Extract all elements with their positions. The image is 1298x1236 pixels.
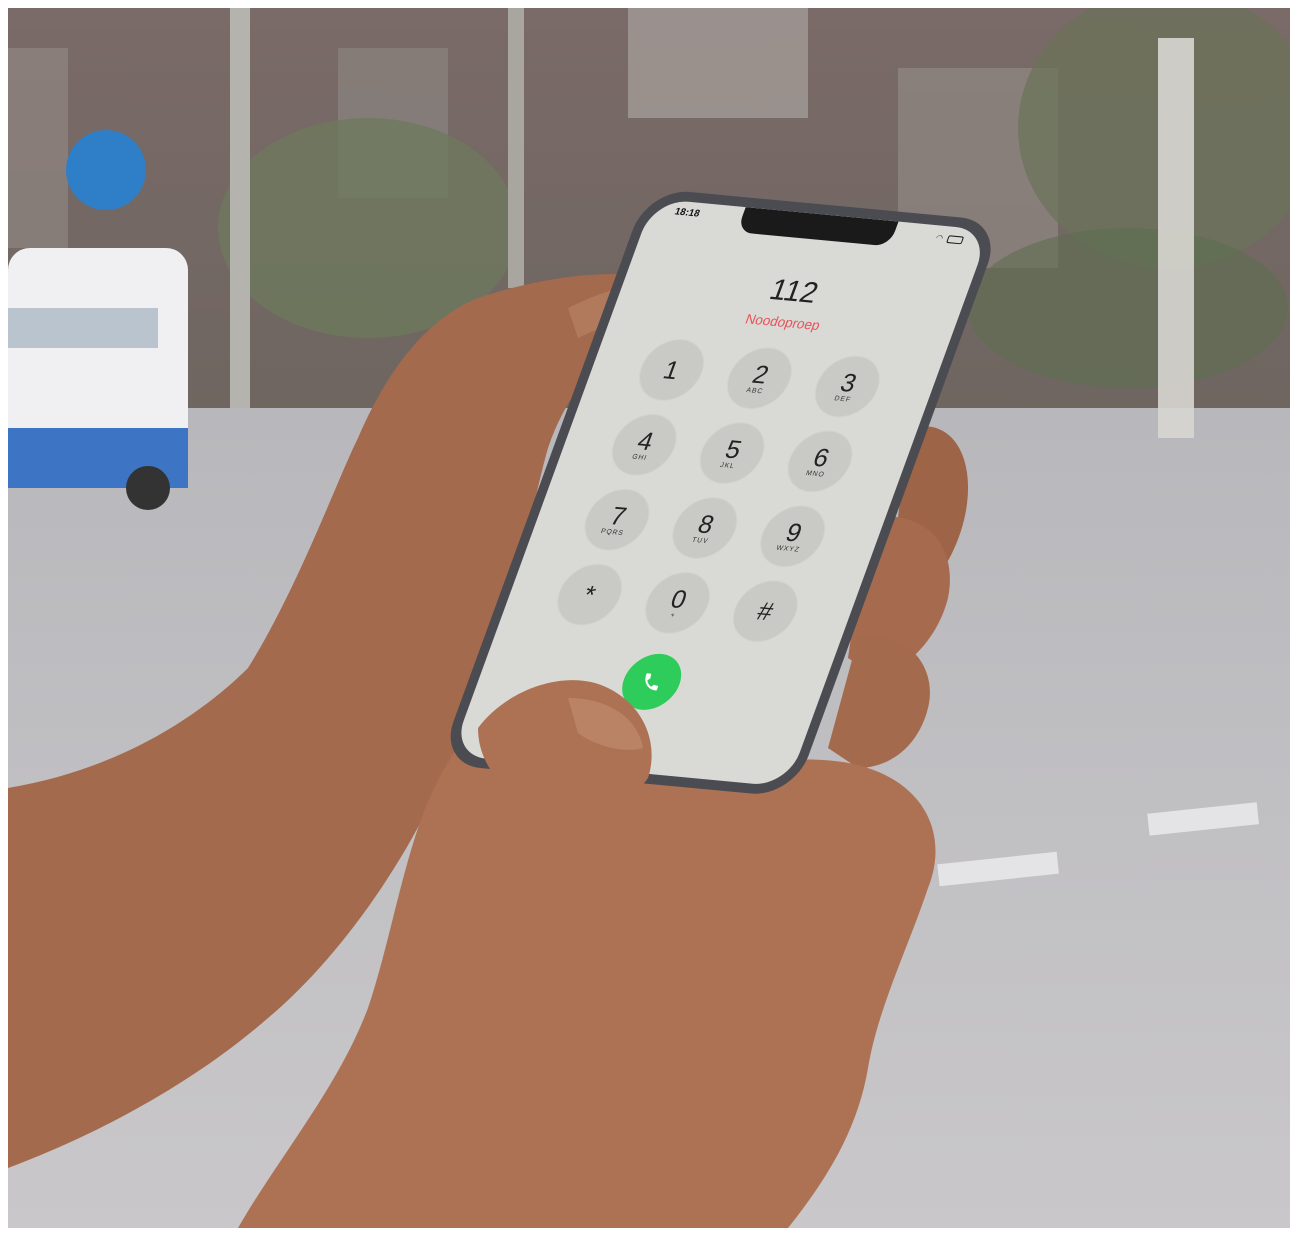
key-letters: MNO: [804, 469, 826, 479]
key-digit: 3: [836, 367, 862, 398]
key-hash[interactable]: #: [724, 578, 806, 644]
key-digit: *: [579, 579, 600, 610]
status-time: 18:18: [672, 206, 702, 220]
key-digit: 0: [666, 583, 692, 614]
keypad: 1 2 ABC 3 DEF 4 GHI 5 JKL 6 MNO 7 PQRS 8 TUV 9 WXYZ * 0 + #: [534, 337, 894, 686]
battery-icon: [946, 235, 965, 245]
key-digit: 6: [809, 442, 834, 473]
key-digit: 8: [694, 508, 719, 539]
key-2[interactable]: 2 ABC: [718, 345, 800, 411]
wifi-icon: ◠: [934, 233, 945, 243]
key-digit: 5: [721, 433, 746, 464]
key-letters: GHI: [631, 453, 649, 462]
key-letters: ABC: [745, 386, 765, 395]
key-digit: 7: [606, 500, 631, 531]
key-7[interactable]: 7 PQRS: [576, 487, 658, 553]
key-3[interactable]: 3 DEF: [806, 353, 888, 420]
key-digit: 9: [782, 516, 807, 548]
key-digit: 2: [748, 358, 774, 389]
key-0[interactable]: 0 +: [637, 570, 718, 636]
key-letters: DEF: [833, 394, 853, 404]
status-icons: ◠: [934, 233, 966, 245]
key-9[interactable]: 9 WXYZ: [752, 503, 834, 569]
key-letters: TUV: [690, 536, 710, 545]
key-1[interactable]: 1: [631, 337, 713, 403]
key-digit: #: [753, 596, 778, 627]
phone-handset-icon: [645, 673, 659, 691]
key-digit: 1: [659, 354, 684, 386]
key-letters: JKL: [719, 461, 736, 470]
key-8[interactable]: 8 TUV: [664, 495, 746, 561]
key-star[interactable]: *: [549, 562, 631, 628]
key-4[interactable]: 4 GHI: [603, 412, 685, 478]
photo-frame: 18:18 ◠ 112 Noodoproep 1 2 ABC 3 DEF 4 GHI 5 JKL…: [8, 8, 1290, 1228]
key-letters: PQRS: [599, 527, 626, 537]
key-5[interactable]: 5 JKL: [691, 420, 773, 486]
key-6[interactable]: 6 MNO: [779, 428, 861, 494]
key-letters: WXYZ: [775, 544, 801, 554]
key-digit: 4: [633, 425, 658, 456]
